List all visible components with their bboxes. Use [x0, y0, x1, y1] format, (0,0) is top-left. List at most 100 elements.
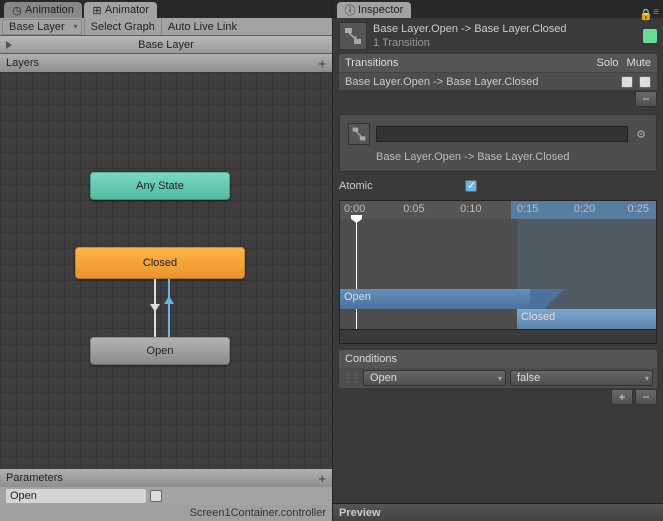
- condition-buttons: + −: [339, 388, 657, 406]
- tab-animation[interactable]: ◷ Animation: [4, 2, 82, 18]
- layer-dropdown[interactable]: Base Layer: [2, 19, 82, 35]
- preview-bar[interactable]: Preview: [333, 503, 663, 521]
- tab-label: Animator: [105, 4, 149, 16]
- arrow-down-icon: [150, 304, 160, 312]
- transition-detail: ⚙ Base Layer.Open -> Base Layer.Closed: [339, 114, 657, 172]
- timeline-tick: 0:15: [517, 203, 538, 215]
- parameter-name: Open: [10, 490, 37, 502]
- state-closed[interactable]: Closed: [75, 247, 245, 279]
- tab-label: Inspector: [358, 4, 403, 16]
- auto-live-link-button[interactable]: Auto Live Link: [161, 18, 243, 35]
- transition-timeline[interactable]: 0:00 0:05 0:10 0:15 0:20 0:25 Open Close…: [339, 200, 657, 344]
- parameter-bool-checkbox[interactable]: [150, 490, 162, 502]
- preview-label: Preview: [339, 507, 381, 519]
- clip-label: Open: [344, 291, 371, 303]
- transition-list-buttons: −: [339, 90, 657, 108]
- timeline-tick: 0:05: [403, 203, 424, 215]
- remove-transition-button[interactable]: −: [635, 91, 657, 107]
- gear-icon[interactable]: ⚙: [634, 127, 648, 141]
- inspector-panel: ⓘ Inspector 🔒 ≡ Base Layer.Open -> Base …: [332, 0, 663, 521]
- parameter-row: Open: [0, 487, 332, 505]
- info-icon: ⓘ: [345, 5, 355, 15]
- timeline-tick: 0:00: [344, 203, 365, 215]
- clip-label: Closed: [521, 311, 555, 323]
- conditions-section: Conditions ⋮⋮ Open false + −: [339, 350, 657, 406]
- timeline-tick: 0:10: [460, 203, 481, 215]
- clock-icon: ◷: [12, 5, 22, 15]
- state-label: Closed: [143, 257, 177, 269]
- status-bar: Screen1Container.controller: [0, 505, 332, 521]
- help-icon[interactable]: [643, 29, 657, 43]
- state-any[interactable]: Any State: [90, 172, 230, 200]
- conditions-header: Conditions: [339, 350, 657, 368]
- atomic-label: Atomic: [339, 180, 459, 192]
- condition-param-label: Open: [370, 372, 397, 384]
- left-tab-bar: ◷ Animation ⊞ Animator: [0, 0, 332, 18]
- layers-label: Layers: [6, 57, 39, 69]
- panel-menu-icon[interactable]: ≡: [653, 7, 659, 18]
- layer-dropdown-label: Base Layer: [9, 21, 65, 33]
- transition-name-input[interactable]: [376, 126, 628, 142]
- state-label: Any State: [136, 180, 184, 192]
- timeline-clip-closed[interactable]: Closed: [517, 309, 656, 329]
- add-condition-button[interactable]: +: [611, 389, 633, 405]
- timeline-clip-open[interactable]: Open: [340, 289, 530, 309]
- add-parameter-icon[interactable]: +: [318, 471, 326, 486]
- lock-icon[interactable]: 🔒: [639, 8, 649, 18]
- state-open[interactable]: Open: [90, 337, 230, 365]
- timeline-scrollbar[interactable]: [340, 329, 656, 343]
- animator-icon: ⊞: [92, 5, 102, 15]
- add-layer-icon[interactable]: +: [318, 56, 326, 71]
- parameters-label: Parameters: [6, 472, 63, 484]
- transition-icon: [348, 123, 370, 145]
- breadcrumb-label: Base Layer: [138, 39, 194, 51]
- condition-row: ⋮⋮ Open false: [339, 368, 657, 388]
- transitions-section: Transitions Solo Mute Base Layer.Open ->…: [339, 54, 657, 108]
- timeline-rows[interactable]: Open Closed: [340, 219, 656, 329]
- transitions-header: Transitions Solo Mute: [339, 54, 657, 72]
- play-icon: [6, 41, 12, 49]
- tab-animator[interactable]: ⊞ Animator: [84, 2, 157, 18]
- timeline-tick: 0:20: [574, 203, 595, 215]
- timeline-playhead[interactable]: [356, 216, 357, 329]
- condition-value-dropdown[interactable]: false: [510, 370, 653, 386]
- conditions-label: Conditions: [345, 353, 397, 365]
- transition-name-display: Base Layer.Open -> Base Layer.Closed: [348, 151, 648, 163]
- condition-param-dropdown[interactable]: Open: [363, 370, 506, 386]
- layers-header[interactable]: Layers +: [0, 54, 332, 72]
- remove-condition-button[interactable]: −: [635, 389, 657, 405]
- transition-icon: [339, 22, 367, 50]
- auto-live-link-label: Auto Live Link: [168, 21, 237, 33]
- parameter-name-field[interactable]: Open: [6, 489, 146, 503]
- timeline-ruler[interactable]: 0:00 0:05 0:10 0:15 0:20 0:25: [340, 201, 656, 219]
- drag-handle-icon[interactable]: ⋮⋮: [343, 373, 359, 384]
- inspector-body: Transitions Solo Mute Base Layer.Open ->…: [333, 54, 663, 503]
- arrow-up-icon: [164, 296, 174, 304]
- tab-label: Animation: [25, 4, 74, 16]
- transitions-label: Transitions: [345, 57, 398, 69]
- animator-toolbar: Base Layer Select Graph Auto Live Link: [0, 18, 332, 36]
- animator-panel: ◷ Animation ⊞ Animator Base Layer Select…: [0, 0, 332, 521]
- inspector-tab-bar: ⓘ Inspector 🔒 ≡: [333, 0, 663, 18]
- state-graph[interactable]: Any State Closed Open: [0, 72, 332, 469]
- transition-open-to-closed[interactable]: [168, 279, 170, 337]
- breadcrumb[interactable]: Base Layer: [0, 36, 332, 54]
- select-graph-button[interactable]: Select Graph: [84, 18, 161, 35]
- timeline-tick: 0:25: [628, 203, 649, 215]
- mute-checkbox[interactable]: [639, 76, 651, 88]
- select-graph-label: Select Graph: [91, 21, 155, 33]
- solo-label: Solo: [597, 57, 619, 69]
- state-label: Open: [147, 345, 174, 357]
- atomic-checkbox[interactable]: [465, 180, 477, 192]
- status-file: Screen1Container.controller: [190, 507, 326, 519]
- condition-value-label: false: [517, 372, 540, 384]
- transition-row-label: Base Layer.Open -> Base Layer.Closed: [345, 76, 615, 88]
- solo-checkbox[interactable]: [621, 76, 633, 88]
- atomic-row: Atomic: [339, 178, 657, 194]
- inspector-title: Base Layer.Open -> Base Layer.Closed: [373, 23, 567, 35]
- parameters-header[interactable]: Parameters +: [0, 469, 332, 487]
- inspector-header-controls: 🔒 ≡: [639, 7, 663, 18]
- transition-list-row[interactable]: Base Layer.Open -> Base Layer.Closed: [339, 72, 657, 90]
- tab-inspector[interactable]: ⓘ Inspector: [337, 2, 411, 18]
- inspector-subtitle: 1 Transition: [373, 37, 567, 49]
